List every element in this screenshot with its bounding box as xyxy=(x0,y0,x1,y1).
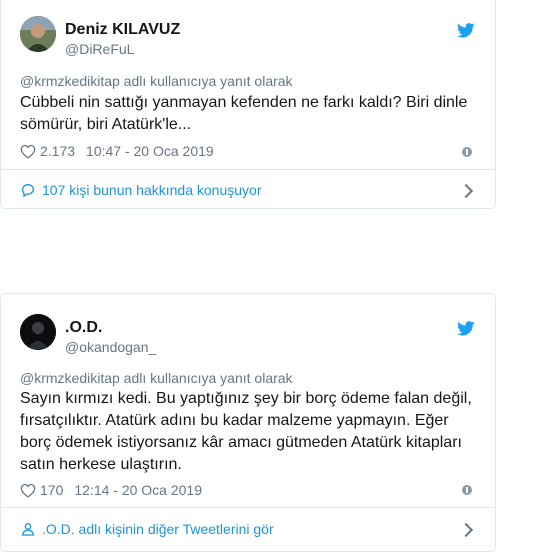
tweet-text: Cübbeli nin sattığı yanmayan kefenden ne… xyxy=(20,94,468,133)
tweet-text: Sayın kırmızı kedi. Bu yaptığınız şey bi… xyxy=(20,390,472,473)
heart-icon[interactable] xyxy=(20,483,36,498)
avatar[interactable] xyxy=(20,16,56,52)
author-name[interactable]: Deniz KILAVUZ xyxy=(65,20,180,40)
author-handle[interactable]: @DiReFuL xyxy=(65,40,134,58)
conversation-label[interactable]: 107 kişi bunun hakkında konuşuyor xyxy=(42,181,261,199)
comment-icon xyxy=(21,183,35,198)
author-name[interactable]: .O.D. xyxy=(65,318,102,338)
tweet-card[interactable]: .O.D. @okandogan_ @krmzkedikitap adlı ku… xyxy=(0,293,496,552)
like-count: 2.173 xyxy=(40,143,76,159)
like-count: 170 xyxy=(40,482,64,498)
reply-to-label[interactable]: @krmzkedikitap adlı kullanıcıya yanıt ol… xyxy=(20,369,293,387)
timestamp[interactable]: 12:14 - 20 Oca 2019 xyxy=(74,481,202,499)
timestamp[interactable]: 10:47 - 20 Oca 2019 xyxy=(86,142,214,160)
user-icon xyxy=(21,523,35,536)
divider xyxy=(1,169,495,170)
twitter-bird-icon[interactable] xyxy=(457,23,475,38)
heart-icon[interactable] xyxy=(20,144,36,159)
tweet-meta: 170 12:14 - 20 Oca 2019 xyxy=(20,481,202,499)
info-icon[interactable] xyxy=(462,147,472,157)
more-tweets-link[interactable]: .O.D. adlı kişinin diğer Tweetlerini gör xyxy=(20,520,476,538)
tweet-meta: 2.173 10:47 - 20 Oca 2019 xyxy=(20,142,214,160)
tweet-card[interactable]: Deniz KILAVUZ @DiReFuL @krmzkedikitap ad… xyxy=(0,0,496,209)
avatar[interactable] xyxy=(20,314,56,350)
reply-to-label[interactable]: @krmzkedikitap adlı kullanıcıya yanıt ol… xyxy=(20,72,293,90)
author-handle[interactable]: @okandogan_ xyxy=(65,338,156,356)
twitter-bird-icon[interactable] xyxy=(457,321,475,336)
conversation-link[interactable]: 107 kişi bunun hakkında konuşuyor xyxy=(20,181,476,199)
info-icon[interactable] xyxy=(462,485,472,495)
divider xyxy=(1,507,495,508)
more-tweets-label[interactable]: .O.D. adlı kişinin diğer Tweetlerini gör xyxy=(42,520,274,538)
